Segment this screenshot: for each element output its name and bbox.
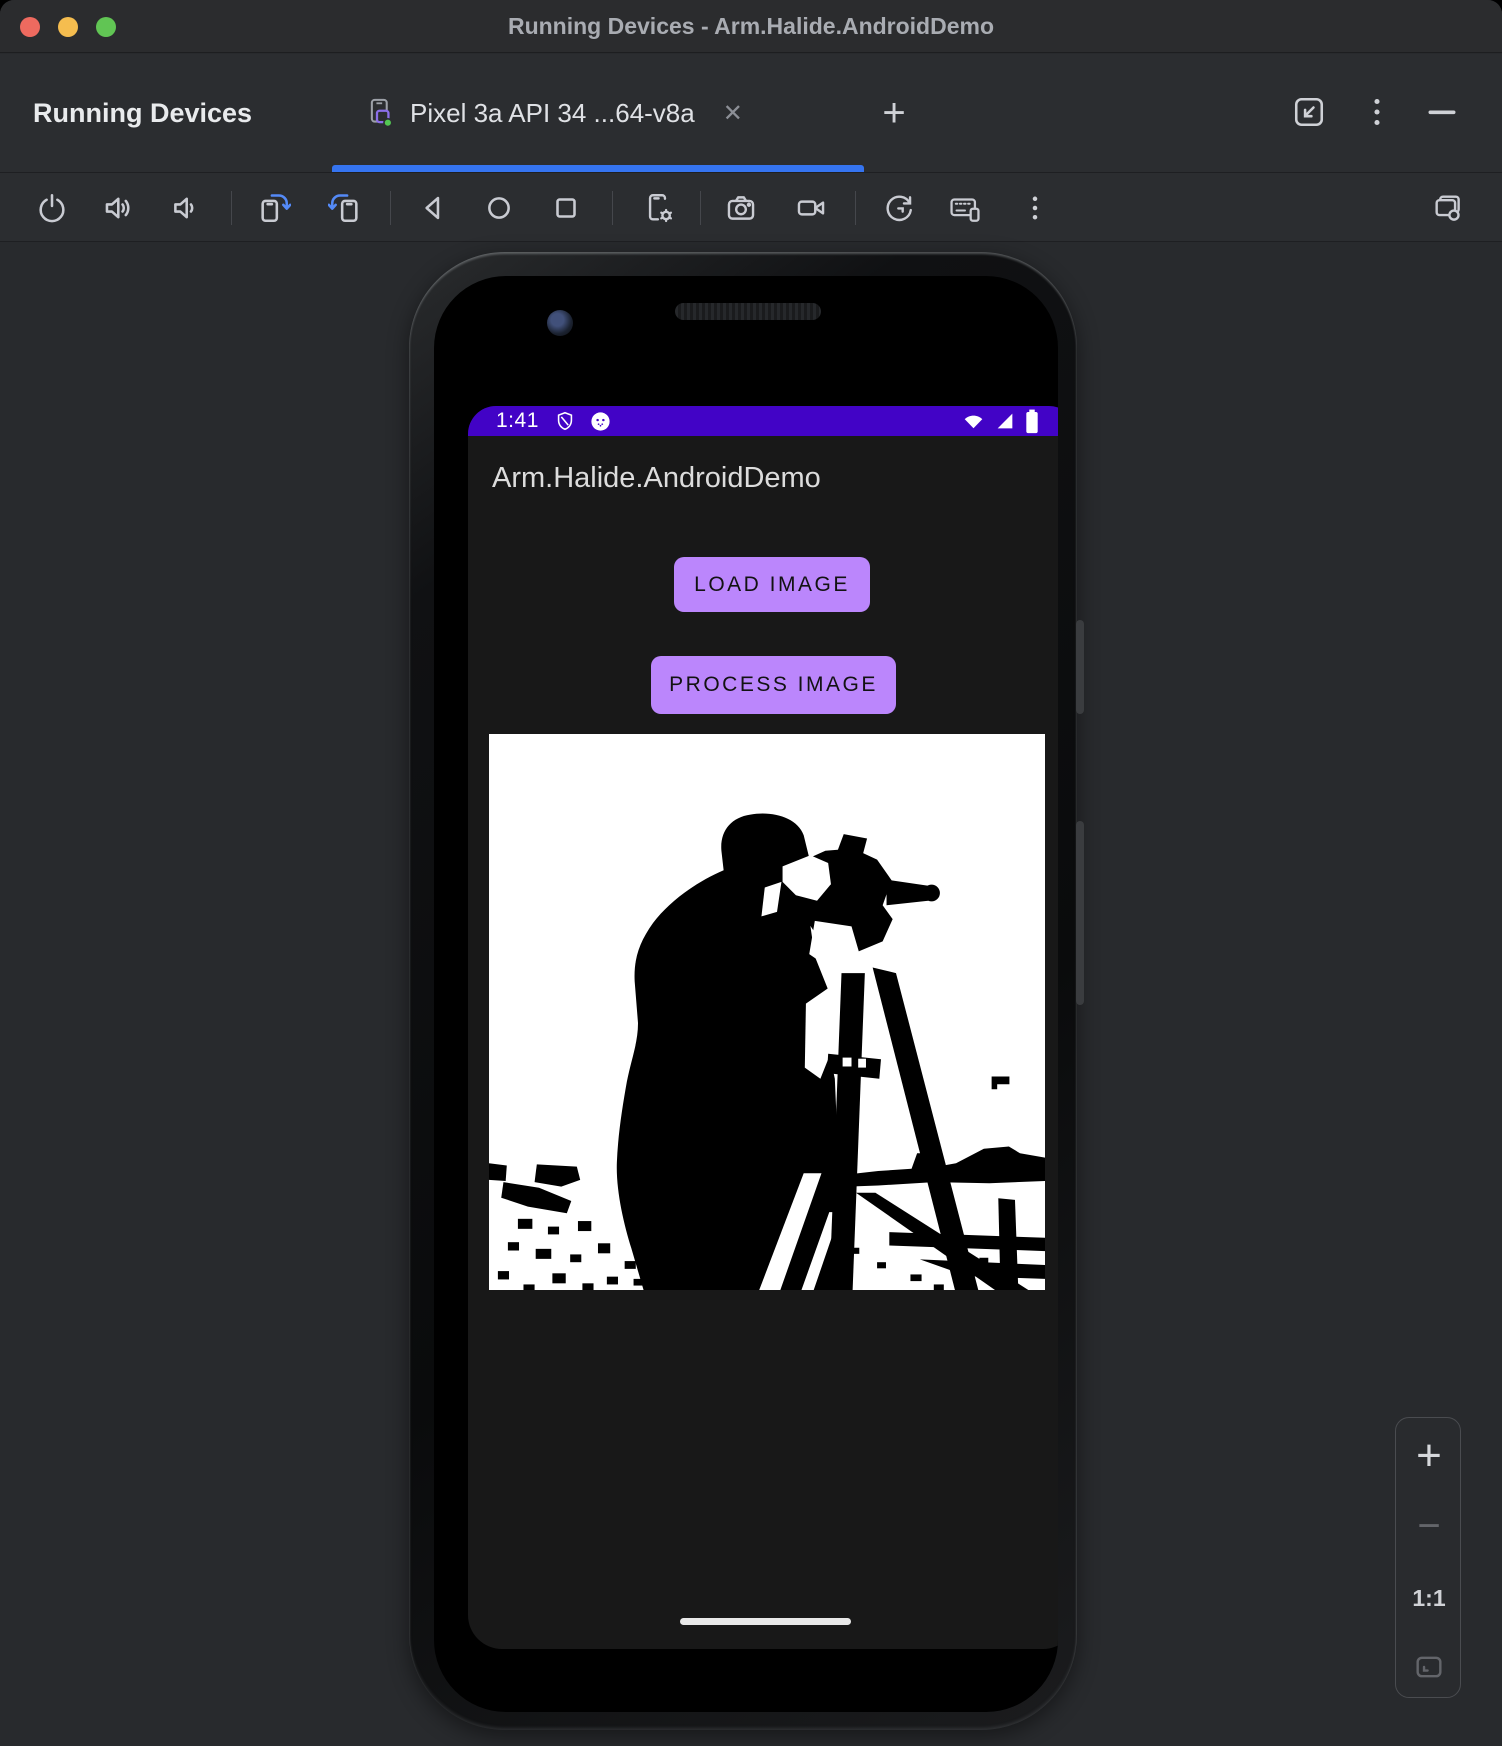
zoom-out-button[interactable]: − bbox=[1396, 1496, 1462, 1556]
zoom-in-button[interactable]: + bbox=[1396, 1426, 1462, 1486]
volume-down-icon[interactable] bbox=[165, 187, 207, 229]
gesture-home-indicator bbox=[680, 1618, 851, 1625]
volume-side-button bbox=[1076, 821, 1084, 1005]
notification-face-icon bbox=[591, 411, 610, 431]
zoom-actual-size-button[interactable]: 1:1 bbox=[1396, 1568, 1462, 1628]
power-button-icon[interactable] bbox=[31, 187, 73, 229]
macos-titlebar: Running Devices - Arm.Halide.AndroidDemo bbox=[0, 0, 1502, 53]
cellular-signal-icon bbox=[997, 413, 1013, 429]
tab-bar: Running Devices Pixel 3a API 34 ...64-v8… bbox=[0, 54, 1502, 172]
active-tab-indicator bbox=[332, 165, 864, 172]
device-mirror-stage: 1:41 Arm.Halide.AndroidDemo LOAD IMAGE P… bbox=[0, 243, 1502, 1746]
battery-icon bbox=[1026, 409, 1038, 433]
zoom-controls-panel: + − 1:1 bbox=[1395, 1417, 1461, 1698]
toolbar-more-options-icon[interactable] bbox=[1014, 187, 1056, 229]
load-image-button[interactable]: LOAD IMAGE bbox=[674, 557, 870, 612]
more-options-icon[interactable] bbox=[1357, 93, 1397, 133]
front-camera bbox=[547, 310, 573, 336]
new-tab-button[interactable]: + bbox=[872, 54, 916, 172]
tab-pixel-3a[interactable]: Pixel 3a API 34 ...64-v8a ✕ bbox=[322, 54, 874, 172]
find-device-window-icon[interactable] bbox=[1427, 187, 1469, 229]
dock-panel-icon[interactable] bbox=[1289, 93, 1329, 133]
reset-view-icon[interactable] bbox=[878, 187, 920, 229]
power-side-button bbox=[1076, 620, 1084, 714]
wifi-icon bbox=[964, 415, 983, 428]
rotate-clockwise-icon[interactable] bbox=[253, 187, 295, 229]
cameraman-threshold-image bbox=[489, 734, 1045, 1290]
screenshot-camera-icon[interactable] bbox=[720, 187, 762, 229]
toolbar-separator bbox=[390, 191, 391, 225]
virtual-device-icon bbox=[370, 98, 393, 128]
volume-up-icon[interactable] bbox=[98, 187, 140, 229]
toolbar-separator bbox=[231, 191, 232, 225]
toolbar-separator bbox=[700, 191, 701, 225]
panel-title: Running Devices bbox=[33, 98, 253, 128]
device-toolbar bbox=[0, 172, 1502, 242]
status-bar: 1:41 bbox=[468, 406, 1058, 436]
hardware-input-icon[interactable] bbox=[944, 187, 986, 229]
earpiece-speaker bbox=[675, 303, 821, 320]
toolbar-separator bbox=[855, 191, 856, 225]
app-title: Arm.Halide.AndroidDemo bbox=[492, 462, 821, 494]
android-display[interactable]: 1:41 Arm.Halide.AndroidDemo LOAD IMAGE P… bbox=[468, 406, 1058, 1649]
window-title: Running Devices - Arm.Halide.AndroidDemo bbox=[507, 13, 995, 39]
screen-record-icon[interactable] bbox=[790, 187, 832, 229]
running-devices-window: Running Devices - Arm.Halide.AndroidDemo… bbox=[0, 0, 1502, 1746]
status-time: 1:41 bbox=[496, 409, 539, 432]
hide-panel-icon[interactable] bbox=[1422, 93, 1462, 133]
pixel-3a-device-frame: 1:41 Arm.Halide.AndroidDemo LOAD IMAGE P… bbox=[409, 252, 1084, 1730]
device-screen: 1:41 Arm.Halide.AndroidDemo LOAD IMAGE P… bbox=[434, 276, 1058, 1712]
android-home-icon[interactable] bbox=[478, 187, 520, 229]
android-overview-icon[interactable] bbox=[545, 187, 587, 229]
device-settings-icon[interactable] bbox=[639, 187, 681, 229]
rotate-counterclockwise-icon[interactable] bbox=[324, 187, 366, 229]
adb-shield-icon bbox=[557, 411, 573, 431]
zoom-to-fit-button[interactable] bbox=[1396, 1630, 1462, 1690]
tab-close-icon[interactable]: ✕ bbox=[723, 99, 743, 128]
toolbar-separator bbox=[612, 191, 613, 225]
process-image-button[interactable]: PROCESS IMAGE bbox=[651, 656, 896, 714]
tab-label: Pixel 3a API 34 ...64-v8a bbox=[410, 97, 695, 128]
android-back-icon[interactable] bbox=[412, 187, 454, 229]
